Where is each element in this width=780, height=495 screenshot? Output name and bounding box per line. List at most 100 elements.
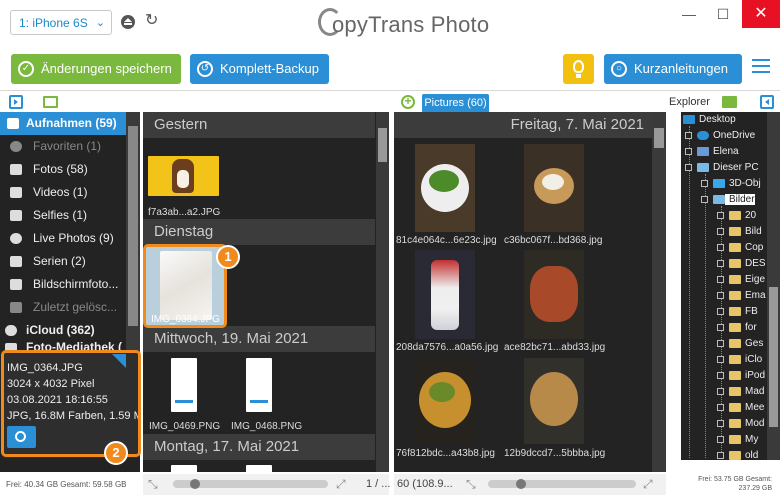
tree-item-folder[interactable]: Bild [717,224,762,239]
quick-guide-button[interactable]: ○ Kurzanleitungen [604,54,742,84]
sidebar-item-camera-roll[interactable]: Aufnahmen (59) [0,112,126,135]
new-album-icon[interactable] [43,96,58,108]
zoom-out-icon[interactable]: ⤡ [148,478,160,490]
photo-thumbnail[interactable] [148,156,219,196]
tree-item-folder[interactable]: FB [717,304,758,319]
live-photo-icon [10,233,22,244]
sidebar-item-screenshots[interactable]: Bildschirmfoto... [0,273,126,296]
eject-icon[interactable] [121,15,135,29]
close-button[interactable]: ✕ [742,0,780,28]
chevron-down-icon: ⌄ [95,17,105,29]
tree-item-desktop[interactable]: Desktop [683,112,736,127]
date-header: Montag, 17. Mai 2021 [143,434,375,460]
explorer-title: Explorer [669,96,710,108]
full-backup-button[interactable]: ↺ Komplett-Backup [190,54,329,84]
tree-item-onedrive[interactable]: OneDrive [685,128,755,143]
tree-item-3d-objects[interactable]: 3D-Obj [701,176,761,191]
screenshot-icon [10,279,22,290]
lightbulb-icon [573,60,584,78]
tree-item-this-pc[interactable]: Dieser PC [685,160,759,175]
video-icon [10,187,22,198]
callout-badge-1: 1 [216,245,240,269]
screenshot-thumbnail[interactable] [171,465,197,472]
photo-thumbnail[interactable] [415,144,475,232]
photo-caption: ace82bc71...abd33.jpg [504,342,606,353]
tree-item-folder[interactable]: for [717,320,757,335]
sidebar-item-favorites[interactable]: Favoriten (1) [0,135,126,158]
add-photos-icon[interactable]: + [401,95,415,109]
zoom-in-icon[interactable]: ⤢ [336,478,348,490]
backup-clock-icon: ↺ [197,61,213,77]
screenshot-thumbnail[interactable] [171,358,197,412]
photo-caption: 76f812bdc...a43b8.jpg [396,448,495,459]
menu-button[interactable] [752,59,770,75]
tree-item-folder[interactable]: My [717,432,758,447]
tree-item-folder[interactable]: iPod [717,368,765,383]
refresh-icon[interactable]: ↻ [145,13,161,29]
zoom-in-icon[interactable]: ⤢ [643,478,655,490]
tree-item-folder[interactable]: 20 [717,208,756,223]
tree-item-folder[interactable]: Ges [717,336,763,351]
pc-pictures-panel: Freitag, 7. Mai 2021 81c4e064c...6e23c.j… [394,112,660,472]
lifebuoy-icon: ○ [611,61,627,77]
app-logo: opyTrans Photo [318,8,489,38]
sidebar-item-live-photos[interactable]: Live Photos (9) [0,227,126,250]
device-free-space: Frei: 40.34 GB Gesamt: 59.58 GB [6,480,127,489]
zoom-out-icon[interactable]: ⤡ [466,478,478,490]
camera-roll-icon [7,118,19,129]
tree-item-folder[interactable]: Mod [717,416,764,431]
pictures-scrollbar[interactable] [652,112,666,472]
screenshot-thumbnail[interactable] [246,358,272,412]
date-header: Dienstag [143,219,375,245]
screenshot-thumbnail[interactable] [246,465,272,472]
pictures-count: 60 (108.9... [397,478,453,490]
tab-pictures[interactable]: Pictures (60) [422,94,489,112]
collapse-panel-icon[interactable] [9,95,23,109]
pc-free-space: Frei: 53.75 GB Gesamt: 237.29 GB [698,476,772,492]
sidebar-item-videos[interactable]: Videos (1) [0,181,126,204]
sidebar-item-recently-deleted[interactable]: Zuletzt gelösc... [0,296,126,319]
photo-caption: 81c4e064c...6e23c.jpg [396,235,497,246]
photo-thumbnail[interactable] [415,250,475,339]
device-panel-scrollbar[interactable] [376,112,389,472]
tree-item-pictures[interactable]: Bilder [701,192,755,207]
zoom-slider-knob[interactable] [190,479,200,489]
maximize-button[interactable]: ☐ [708,0,738,28]
collapse-explorer-icon[interactable] [760,95,774,109]
toolbar: ✓ Änderungen speichern ↺ Komplett-Backup… [0,45,780,91]
tree-item-folder[interactable]: Ema [717,288,766,303]
minimize-button[interactable]: — [674,0,704,28]
sidebar-item-photos[interactable]: Fotos (58) [0,158,126,181]
tree-item-elena[interactable]: Elena [685,144,739,159]
tree-item-folder[interactable]: Mee [717,400,764,415]
callout-badge-2: 2 [104,441,128,465]
date-header: Freitag, 7. Mai 2021 [394,112,652,138]
photo-caption: IMG_0468.PNG [231,421,303,432]
photo-thumbnail[interactable] [524,250,584,339]
sidebar-item-selfies[interactable]: Selfies (1) [0,204,126,227]
highlight-selected-photo [143,244,227,328]
tree-item-folder[interactable]: iClo [717,352,762,367]
sidebar-scrollbar[interactable] [126,112,140,352]
photo-thumbnail[interactable] [524,358,584,444]
folder-icon[interactable] [722,96,737,108]
photo-caption: 12b9dccd7...5bbba.jpg [504,448,606,459]
tree-item-folder[interactable]: old [717,448,758,460]
sidebar-item-icloud[interactable]: iCloud (362) [0,319,126,342]
zoom-slider-knob[interactable] [516,479,526,489]
explorer-scrollbar[interactable] [767,112,780,460]
selfie-icon [10,210,22,221]
tips-button[interactable] [563,54,594,84]
sidebar-item-bursts[interactable]: Serien (2) [0,250,126,273]
photo-thumbnail[interactable] [415,358,475,444]
save-changes-button[interactable]: ✓ Änderungen speichern [11,54,181,84]
tree-item-folder[interactable]: Eige [717,272,765,287]
tree-item-folder[interactable]: Cop [717,240,763,255]
tree-item-folder[interactable]: Mad [717,384,764,399]
device-dropdown[interactable]: 1: iPhone 6S ⌄ [10,10,112,35]
title-bar: 1: iPhone 6S ⌄ ↻ opyTrans Photo — ☐ ✕ [0,0,780,45]
photo-caption: f7a3ab...a2.JPG [148,207,221,218]
tree-item-folder[interactable]: DES [717,256,766,271]
photo-thumbnail[interactable] [524,144,584,232]
zoom-slider[interactable] [488,480,636,488]
